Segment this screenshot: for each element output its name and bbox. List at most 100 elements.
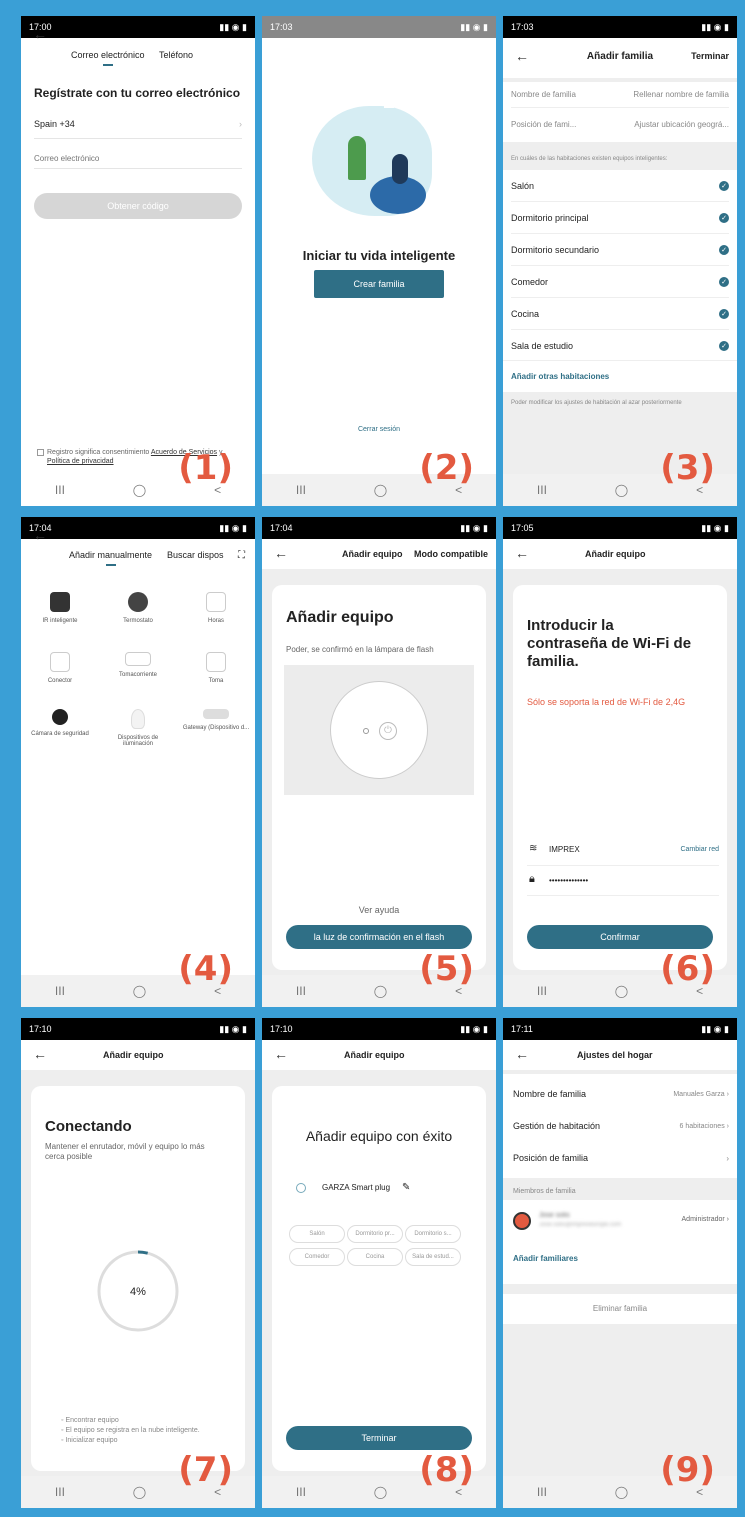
person-icon: [392, 154, 408, 184]
room-row[interactable]: Salón ✓: [511, 170, 729, 202]
back-arrow-icon[interactable]: ←: [515, 545, 529, 561]
back-arrow-icon[interactable]: ←: [274, 1046, 288, 1062]
family-name-field[interactable]: Nombre de familia Rellenar nombre de fami…: [511, 90, 729, 108]
get-code-button[interactable]: Obtener código: [34, 193, 242, 219]
step-badge: (8): [419, 1450, 474, 1490]
device-gateway[interactable]: Gateway (Dispositivo d...: [181, 709, 251, 731]
logout-link[interactable]: Cerrar sesión: [262, 426, 496, 433]
room-row[interactable]: Dormitorio principal ✓: [511, 202, 729, 234]
family-position-field[interactable]: Posición de fami... Ajustar ubicación geo…: [511, 120, 729, 138]
home-button[interactable]: ◯: [133, 483, 146, 497]
instruction-card: Añadir equipo Poder, se confirmó en la l…: [272, 585, 486, 970]
delete-family-button[interactable]: Eliminar familia: [503, 1294, 737, 1324]
confirm-button[interactable]: Confirmar: [527, 925, 713, 949]
room-management-row[interactable]: Gestión de habitación 6 habitaciones ›: [513, 1110, 729, 1142]
home-button[interactable]: ◯: [374, 1485, 387, 1499]
screen-device-added: 17:10 ▮▮ ◉ ▮ ← Añadir equipo Añadir equip…: [262, 1018, 496, 1508]
recent-apps-button[interactable]: III: [537, 483, 547, 497]
check-icon: ✓: [719, 308, 729, 319]
device-connector[interactable]: Conector: [25, 652, 95, 684]
device-camera[interactable]: Cámara de seguridad: [25, 709, 95, 737]
home-button[interactable]: ◯: [374, 483, 387, 497]
device-outlet[interactable]: Tomacorriente: [103, 652, 173, 678]
socket-icon: [206, 652, 226, 672]
recent-apps-button[interactable]: III: [296, 1485, 306, 1499]
help-link[interactable]: Ver ayuda: [272, 905, 486, 915]
recent-apps-button[interactable]: III: [537, 1485, 547, 1499]
check-icon: ✓: [719, 341, 729, 351]
status-bar: 17:03 ▮▮ ◉ ▮: [262, 16, 496, 38]
device-ir[interactable]: IR inteligente: [25, 592, 95, 624]
room-row[interactable]: Comedor ✓: [511, 266, 729, 298]
recent-apps-button[interactable]: III: [296, 483, 306, 497]
room-chip[interactable]: Comedor: [289, 1248, 345, 1266]
home-button[interactable]: ◯: [133, 1485, 146, 1499]
header: ← Añadir equipo: [21, 1040, 255, 1070]
zoom-circle: ⏻: [330, 681, 428, 779]
room-chip[interactable]: Dormitorio pr...: [347, 1225, 403, 1243]
family-name-row[interactable]: Nombre de familia Manuales Garza ›: [513, 1078, 729, 1110]
check-icon: ✓: [719, 244, 729, 255]
step-item: ◦ Inicializar equipo: [61, 1437, 118, 1444]
family-position-row[interactable]: Posición de familia ›: [513, 1142, 729, 1174]
home-button[interactable]: ◯: [133, 984, 146, 998]
add-members-link[interactable]: Añadir familiares: [513, 1254, 578, 1263]
recent-apps-button[interactable]: III: [55, 1485, 65, 1499]
room-chip[interactable]: Salón: [289, 1225, 345, 1243]
device-thermostat[interactable]: Termostato: [103, 592, 173, 624]
done-button[interactable]: Terminar: [691, 51, 729, 61]
recent-apps-button[interactable]: III: [537, 984, 547, 998]
checkbox-icon[interactable]: [37, 449, 44, 456]
settings-section: Nombre de familia Manuales Garza › Gestió…: [503, 1074, 737, 1178]
country-selector[interactable]: Spain +34 ›: [34, 119, 242, 139]
confirm-flash-button[interactable]: la luz de confirmación en el flash: [286, 925, 472, 949]
change-network-link[interactable]: Cambiar red: [680, 846, 719, 853]
plug-icon: [296, 1182, 306, 1193]
room-chip[interactable]: Sala de estud...: [405, 1248, 461, 1266]
device-socket[interactable]: Toma: [181, 652, 251, 684]
create-family-button[interactable]: Crear familia: [314, 270, 444, 298]
card-title: Añadir equipo: [286, 609, 394, 626]
device-lighting[interactable]: Dispositivos de iluminación: [103, 709, 173, 747]
tab-email[interactable]: Correo electrónico: [71, 50, 145, 66]
tab-manual[interactable]: Añadir manualmente: [69, 550, 152, 566]
compatible-mode-button[interactable]: Modo compatible: [414, 549, 488, 559]
step-item: ◦ Encontrar equipo: [61, 1417, 119, 1424]
back-arrow-icon[interactable]: ←: [33, 26, 47, 42]
home-button[interactable]: ◯: [615, 483, 628, 497]
password-field[interactable]: ••••••••••••••: [549, 876, 588, 885]
room-chip[interactable]: Cocina: [347, 1248, 403, 1266]
tab-search[interactable]: Buscar dispos: [167, 550, 224, 560]
back-arrow-icon[interactable]: ←: [274, 545, 288, 561]
finish-button[interactable]: Terminar: [286, 1426, 472, 1450]
room-row[interactable]: Dormitorio secundario ✓: [511, 234, 729, 266]
home-button[interactable]: ◯: [615, 984, 628, 998]
edit-icon[interactable]: ✎: [402, 1182, 410, 1193]
avatar: [513, 1212, 531, 1230]
home-button[interactable]: ◯: [374, 984, 387, 998]
clock-icon: [206, 592, 226, 612]
back-arrow-icon[interactable]: ←: [33, 1046, 47, 1062]
wifi-icon: ≋: [529, 843, 538, 854]
add-rooms-link[interactable]: Añadir otras habitaciones: [503, 360, 737, 392]
header: ← Añadir equipo: [262, 1040, 496, 1070]
band-warning: Sólo se soporta la red de Wi-Fi de 2,4G: [527, 697, 686, 707]
status-bar: 17:05 ▮▮ ◉ ▮: [503, 517, 737, 539]
tab-phone[interactable]: Teléfono: [159, 50, 193, 60]
back-arrow-icon[interactable]: ←: [33, 527, 47, 543]
scan-icon[interactable]: ⛶: [238, 550, 245, 561]
email-input[interactable]: [34, 149, 242, 169]
member-role: Administrador ›: [681, 1216, 729, 1223]
recent-apps-button[interactable]: III: [296, 984, 306, 998]
member-row[interactable]: Jose solis Jose.solis@imprexeurope.com A…: [513, 1206, 729, 1236]
members-header: Miembros de familia: [513, 1188, 576, 1195]
home-button[interactable]: ◯: [615, 1485, 628, 1499]
privacy-link[interactable]: Política de privacidad: [47, 458, 114, 465]
room-row[interactable]: Sala de estudio ✓: [511, 330, 729, 362]
recent-apps-button[interactable]: III: [55, 483, 65, 497]
recent-apps-button[interactable]: III: [55, 984, 65, 998]
back-arrow-icon[interactable]: ←: [515, 1046, 529, 1062]
room-chip[interactable]: Dormitorio s...: [405, 1225, 461, 1243]
device-clock[interactable]: Horas: [181, 592, 251, 624]
room-row[interactable]: Cocina ✓: [511, 298, 729, 330]
